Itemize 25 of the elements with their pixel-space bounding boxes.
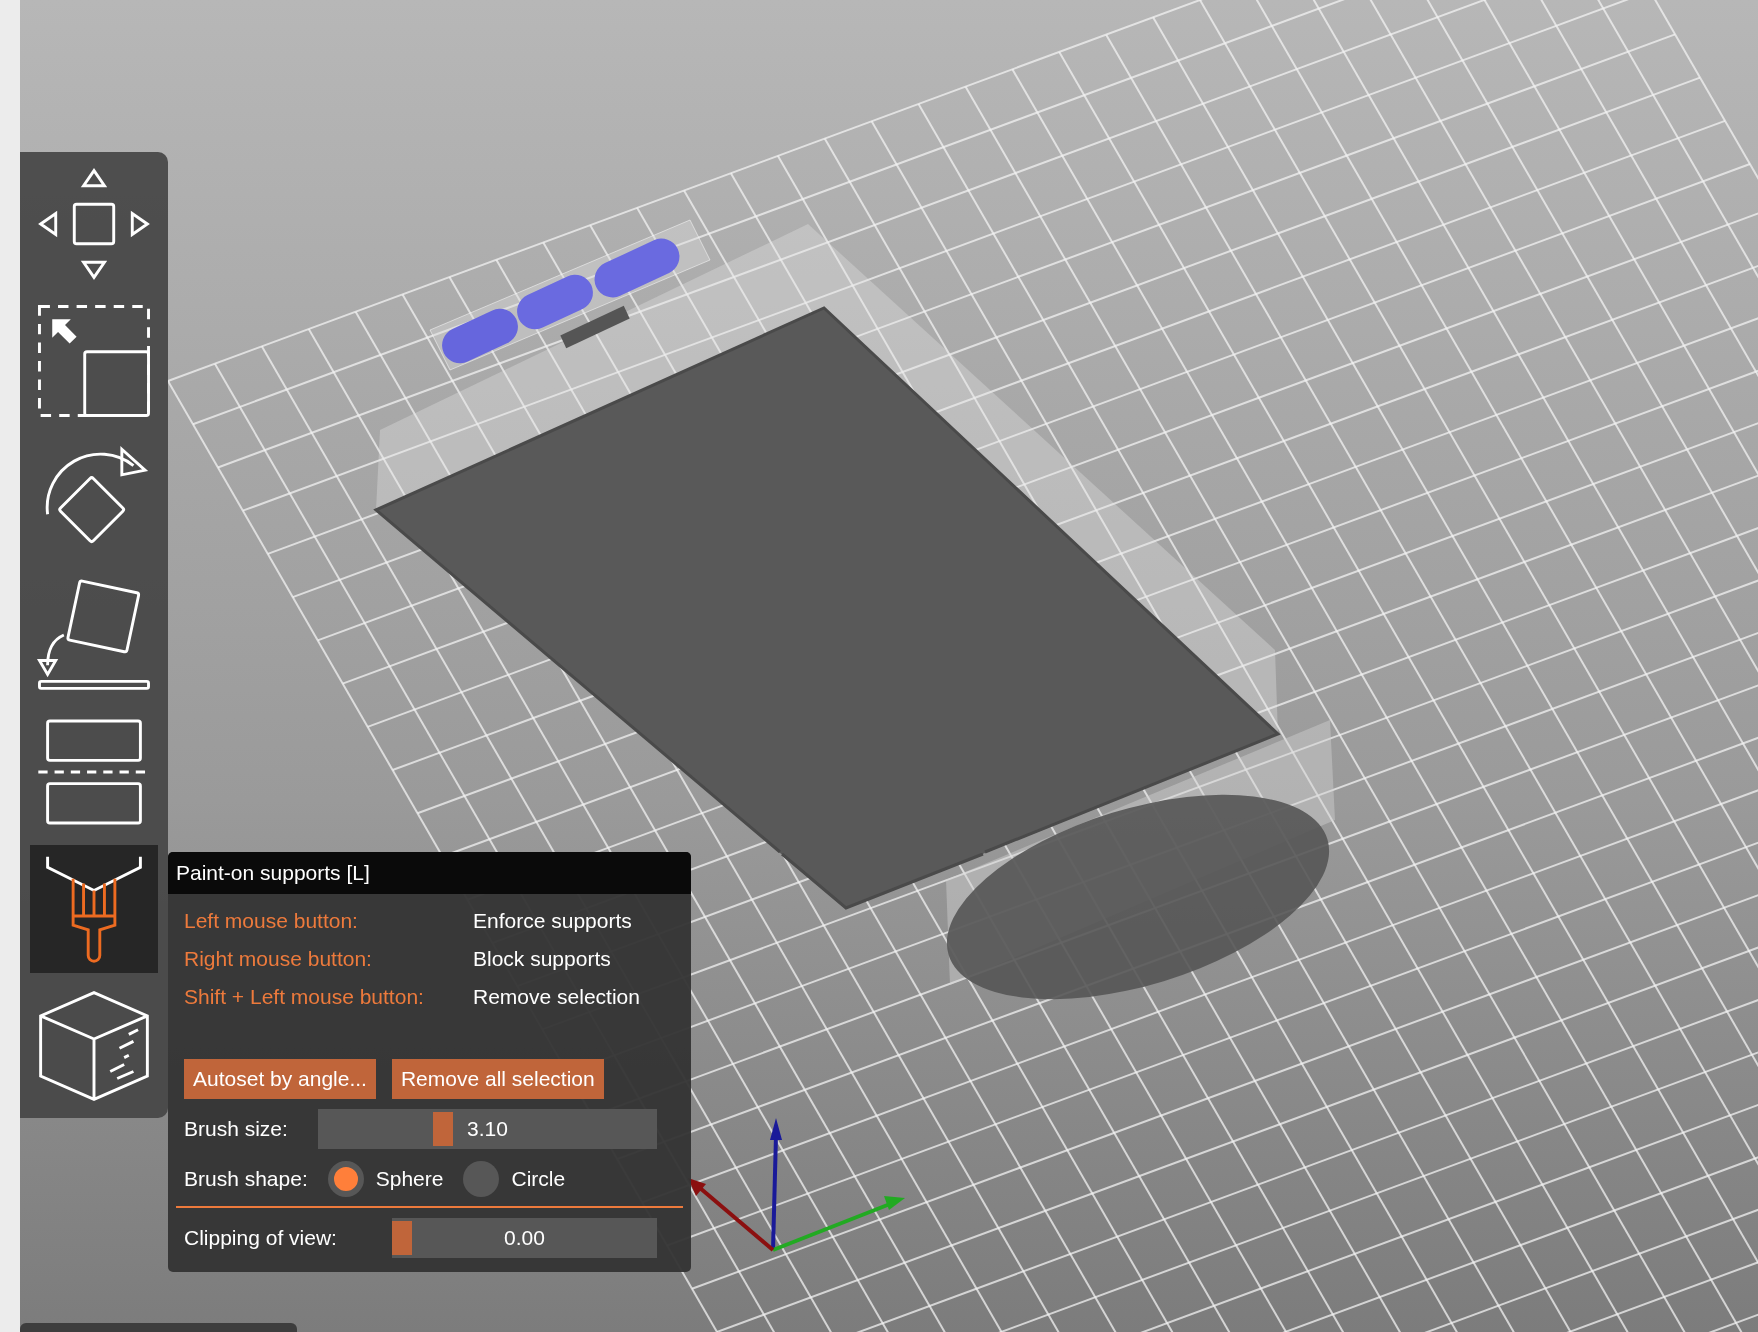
brush-size-slider[interactable]: 3.10 bbox=[318, 1109, 657, 1149]
slider-thumb[interactable] bbox=[392, 1221, 412, 1255]
radio-option[interactable]: Sphere bbox=[327, 1161, 444, 1197]
shortcut-action: Enforce supports bbox=[473, 908, 633, 933]
shortcut-label: Left mouse button: bbox=[184, 908, 359, 933]
tool-button[interactable] bbox=[30, 845, 158, 973]
scale-icon bbox=[36, 303, 152, 419]
radio-indicator[interactable] bbox=[327, 1161, 364, 1197]
move-arrows-icon bbox=[36, 166, 152, 282]
radio-option[interactable]: Circle bbox=[463, 1161, 566, 1197]
shortcut-label: Right mouse button: bbox=[184, 946, 373, 971]
shortcut-action: Remove selection bbox=[473, 984, 641, 1009]
clipping-slider[interactable]: 0.00 bbox=[392, 1218, 657, 1258]
place-on-face-icon bbox=[36, 577, 152, 693]
clipping-label: Clipping of view: bbox=[184, 1226, 337, 1250]
radio-indicator[interactable] bbox=[463, 1161, 500, 1197]
slider-thumb[interactable] bbox=[432, 1112, 453, 1146]
shortcut-label: Shift + Left mouse button: bbox=[184, 984, 425, 1009]
cube-icon bbox=[36, 988, 152, 1104]
shortcut-action: Block supports bbox=[473, 946, 612, 971]
action-button[interactable]: Remove all selection bbox=[391, 1059, 604, 1099]
brush-size-label: Brush size: bbox=[184, 1117, 288, 1141]
action-button[interactable]: Autoset by angle... bbox=[184, 1059, 376, 1099]
brush-shape-label: Brush shape: bbox=[184, 1167, 308, 1191]
panel-title: Paint-on supports [L] bbox=[168, 852, 691, 894]
